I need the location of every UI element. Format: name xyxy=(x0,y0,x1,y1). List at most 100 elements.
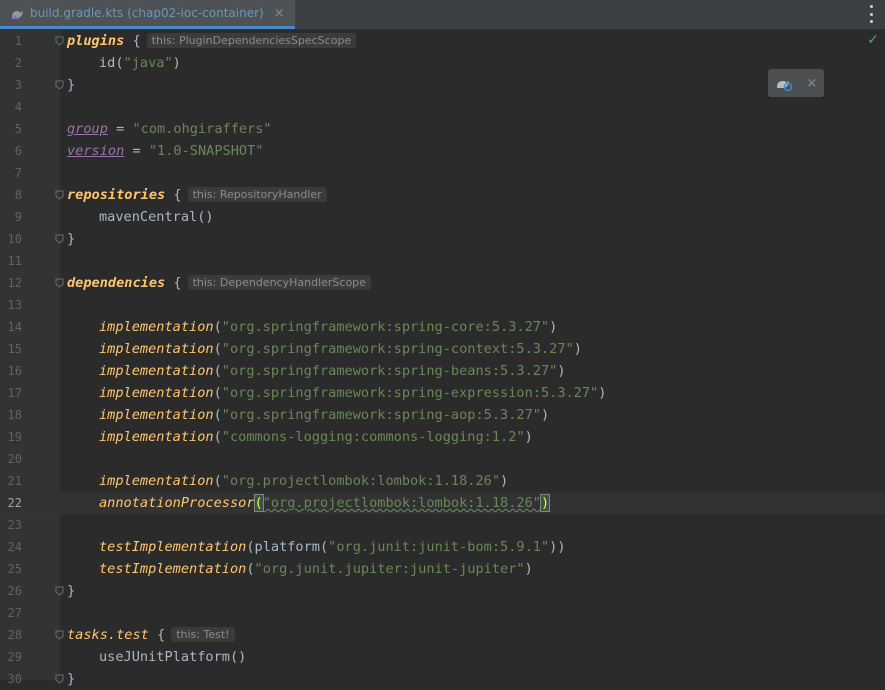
paren: ) xyxy=(172,55,181,71)
string-literal: "org.junit.jupiter:junit-jupiter" xyxy=(254,561,525,577)
line-number: 22 xyxy=(7,496,22,510)
code-line[interactable]: 20 xyxy=(0,448,885,470)
code-line[interactable]: 27 xyxy=(0,602,885,624)
more-options-icon[interactable] xyxy=(867,5,875,23)
tab-close-icon[interactable]: × xyxy=(274,6,285,21)
code-line[interactable]: 3} xyxy=(0,74,885,96)
code-line[interactable]: 2 id("java") xyxy=(0,52,885,74)
code-line[interactable]: 7 xyxy=(0,162,885,184)
fold-marker-icon[interactable] xyxy=(55,234,64,244)
inspection-ok-icon[interactable]: ✓ xyxy=(867,32,879,48)
block-keyword: plugins xyxy=(67,33,125,49)
line-number: 15 xyxy=(7,342,22,356)
property-name: version xyxy=(67,143,125,159)
gradle-load-changes-popup[interactable]: × xyxy=(768,69,824,97)
code-line[interactable]: 14 implementation("org.springframework:sp… xyxy=(0,316,885,338)
property-name: group xyxy=(67,121,108,137)
line-number: 2 xyxy=(14,56,22,70)
paren: )) xyxy=(549,539,566,555)
code-line[interactable]: 4 xyxy=(0,96,885,118)
code-line[interactable]: 26} xyxy=(0,580,885,602)
string-literal: "org.springframework:spring-core:5.3.27" xyxy=(221,319,550,335)
code-line[interactable]: 8 repositories {this: RepositoryHandler xyxy=(0,184,885,206)
editor-tab-build-gradle[interactable]: build.gradle.kts (chap02-ioc-container) … xyxy=(0,0,295,29)
line-number: 5 xyxy=(14,122,22,136)
code-content: mavenCentral() xyxy=(67,206,214,228)
line-number: 30 xyxy=(7,672,22,686)
fold-marker-icon[interactable] xyxy=(55,80,64,90)
function-call: implementation xyxy=(99,407,214,423)
function-call: implementation xyxy=(99,319,214,335)
code-editor[interactable]: 1 plugins {this: PluginDependenciesSpecSc… xyxy=(0,30,885,687)
code-line[interactable]: 5 group = "com.ohgiraffers" xyxy=(0,118,885,140)
call: (platform( xyxy=(246,539,329,555)
function-call: testImplementation xyxy=(99,539,247,555)
code-text: mavenCentral() xyxy=(99,209,214,225)
string-literal: "org.junit:junit-bom:5.9.1" xyxy=(328,539,550,555)
code-line[interactable]: 18 implementation("org.springframework:sp… xyxy=(0,404,885,426)
code-line[interactable]: 12 dependencies {this: DependencyHandlerS… xyxy=(0,272,885,294)
code-content: group = "com.ohgiraffers" xyxy=(67,118,272,140)
fold-marker-icon[interactable] xyxy=(55,278,64,288)
line-number: 23 xyxy=(7,518,22,532)
code-line[interactable]: 24 testImplementation(platform("org.junit… xyxy=(0,536,885,558)
code-line[interactable]: 28 tasks.test {this: Test! xyxy=(0,624,885,646)
tab-label: build.gradle.kts (chap02-ioc-container) xyxy=(30,6,264,20)
line-number: 4 xyxy=(14,100,22,114)
code-content: implementation("org.projectlombok:lombok… xyxy=(99,473,509,489)
code-line[interactable]: 15 implementation("org.springframework:sp… xyxy=(0,338,885,360)
block-keyword: tasks.test xyxy=(67,627,149,643)
line-number: 28 xyxy=(7,628,22,642)
line-number: 26 xyxy=(7,584,22,598)
code-text: useJUnitPlatform() xyxy=(99,649,247,665)
fold-marker-icon[interactable] xyxy=(55,586,64,596)
string-literal: "org.springframework:spring-aop:5.3.27" xyxy=(221,407,541,423)
code-content: } xyxy=(67,580,75,602)
code-line[interactable]: 16 implementation("org.springframework:sp… xyxy=(0,360,885,382)
popup-close-icon[interactable]: × xyxy=(806,76,817,91)
code-line[interactable]: 19 implementation("commons-logging:common… xyxy=(0,426,885,448)
function-call: implementation xyxy=(99,363,214,379)
line-number: 19 xyxy=(7,430,22,444)
line-number: 18 xyxy=(7,408,22,422)
fold-marker-icon[interactable] xyxy=(55,190,64,200)
gradle-sync-icon[interactable] xyxy=(775,75,793,91)
matched-paren: ) xyxy=(539,494,551,512)
code-line[interactable]: 29 useJUnitPlatform() xyxy=(0,646,885,668)
call: id( xyxy=(99,55,124,71)
editor-tab-bar: build.gradle.kts (chap02-ioc-container) … xyxy=(0,0,885,30)
function-call: annotationProcessor xyxy=(99,495,255,511)
line-number: 21 xyxy=(7,474,22,488)
block-keyword: repositories xyxy=(67,187,166,203)
code-content: } xyxy=(67,668,75,690)
brace: { xyxy=(148,627,166,643)
function-call: implementation xyxy=(99,341,214,357)
brace: { xyxy=(165,275,182,291)
fold-marker-icon[interactable] xyxy=(55,674,64,684)
line-number: 16 xyxy=(7,364,22,378)
code-line[interactable]: 11 xyxy=(0,250,885,272)
code-content: plugins {this: PluginDependenciesSpecSco… xyxy=(67,30,357,53)
code-line[interactable]: 13 xyxy=(0,294,885,316)
matched-paren: ( xyxy=(253,494,264,512)
fold-marker-icon[interactable] xyxy=(55,36,64,46)
code-content: annotationProcessor("org.projectlombok:l… xyxy=(67,492,551,514)
code-line[interactable]: 17 implementation("org.springframework:sp… xyxy=(0,382,885,404)
code-line[interactable]: 6 version = "1.0-SNAPSHOT" xyxy=(0,140,885,162)
function-call: implementation xyxy=(99,429,214,445)
code-line[interactable]: 25 testImplementation("org.junit.jupiter:… xyxy=(0,558,885,580)
code-line[interactable]: 9 mavenCentral() xyxy=(0,206,885,228)
code-line[interactable]: 21 implementation("org.projectlombok:lomb… xyxy=(0,470,885,492)
gradle-kotlin-icon xyxy=(11,11,23,19)
code-line[interactable]: 30} xyxy=(0,668,885,690)
string-literal: "org.projectlombok:lombok:1.18.26" xyxy=(221,473,501,489)
line-number: 24 xyxy=(7,540,22,554)
string-literal: "org.springframework:spring-expression:5… xyxy=(221,385,599,401)
fold-marker-icon[interactable] xyxy=(55,630,64,640)
code-line[interactable]: 10} xyxy=(0,228,885,250)
function-call: testImplementation xyxy=(99,561,247,577)
code-content: repositories {this: RepositoryHandler xyxy=(67,184,327,207)
code-line[interactable]: 1 plugins {this: PluginDependenciesSpecSc… xyxy=(0,30,885,52)
code-line[interactable]: 23 xyxy=(0,514,885,536)
code-line[interactable]: 22 annotationProcessor("org.projectlombok… xyxy=(0,492,885,514)
